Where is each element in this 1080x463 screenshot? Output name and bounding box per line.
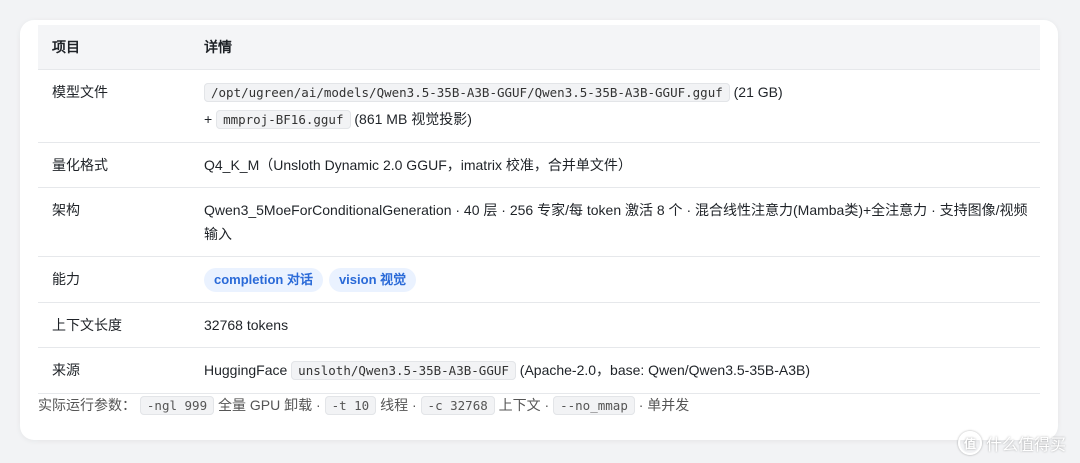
watermark: 值 什么值得买: [957, 431, 1066, 455]
table-row-model-file: 模型文件 /opt/ugreen/ai/models/Qwen3.5-35B-A…: [38, 70, 1040, 143]
source-prefix: HuggingFace: [204, 362, 288, 378]
run-params-label: 实际运行参数：: [38, 397, 136, 413]
table-header: 项目 详情: [38, 25, 1040, 70]
param-desc: 全量 GPU 卸载 ·: [218, 397, 321, 413]
model-info-table: 项目 详情 模型文件 /opt/ugreen/ai/models/Qwen3.5…: [38, 25, 1040, 394]
row-value: HuggingFace unsloth/Qwen3.5-35B-A3B-GGUF…: [204, 348, 1040, 393]
row-key: 模型文件: [52, 84, 108, 100]
param-code: -t 10: [324, 396, 377, 415]
param-desc: · 单并发: [638, 397, 690, 413]
row-value: Qwen3_5MoeForConditionalGeneration · 40 …: [204, 202, 1028, 242]
row-key: 能力: [52, 271, 80, 287]
badge-vision: vision 视觉: [328, 268, 417, 292]
source-suffix: (Apache-2.0，base: Qwen/Qwen3.5-35B-A3B): [519, 362, 811, 378]
badge-completion: completion 对话: [204, 268, 323, 292]
table-row-context: 上下文长度 32768 tokens: [38, 303, 1040, 348]
row-key: 架构: [52, 202, 80, 218]
header-key: 项目: [52, 39, 80, 55]
param-desc: 上下文 ·: [498, 397, 550, 413]
row-value: Q4_K_M（Unsloth Dynamic 2.0 GGUF，imatrix …: [204, 157, 632, 173]
row-value: /opt/ugreen/ai/models/Qwen3.5-35B-A3B-GG…: [204, 70, 1040, 142]
mmproj-note: (861 MB 视觉投影): [354, 111, 472, 127]
run-params: 实际运行参数： -ngl 999 全量 GPU 卸载 · -t 10 线程 · …: [38, 392, 689, 419]
plus-sign: +: [204, 111, 213, 127]
table-row-source: 来源 HuggingFace unsloth/Qwen3.5-35B-A3B-G…: [38, 348, 1040, 394]
param-code: -c 32768: [420, 396, 495, 415]
source-repo-code: unsloth/Qwen3.5-35B-A3B-GGUF: [291, 361, 516, 380]
mmproj-code: mmproj-BF16.gguf: [216, 110, 351, 129]
table-row-capability: 能力 completion 对话 vision 视觉: [38, 257, 1040, 303]
table-row-arch: 架构 Qwen3_5MoeForConditionalGeneration · …: [38, 188, 1040, 257]
param-code: --no_mmap: [553, 396, 635, 415]
row-key: 上下文长度: [52, 317, 122, 333]
model-size: (21 GB): [733, 84, 783, 100]
row-value: completion 对话 vision 视觉: [204, 257, 1040, 302]
watermark-text: 什么值得买: [985, 437, 1066, 454]
smzdm-logo-icon: 值: [957, 431, 982, 455]
info-card: 项目 详情 模型文件 /opt/ugreen/ai/models/Qwen3.5…: [20, 20, 1058, 440]
table-row-quant: 量化格式 Q4_K_M（Unsloth Dynamic 2.0 GGUF，ima…: [38, 143, 1040, 188]
row-key: 来源: [52, 362, 80, 378]
header-value: 详情: [204, 39, 232, 55]
row-key: 量化格式: [52, 157, 108, 173]
model-path-code: /opt/ugreen/ai/models/Qwen3.5-35B-A3B-GG…: [204, 83, 730, 102]
row-value: 32768 tokens: [204, 317, 289, 333]
param-code: -ngl 999: [139, 396, 215, 415]
param-desc: 线程 ·: [380, 397, 417, 413]
